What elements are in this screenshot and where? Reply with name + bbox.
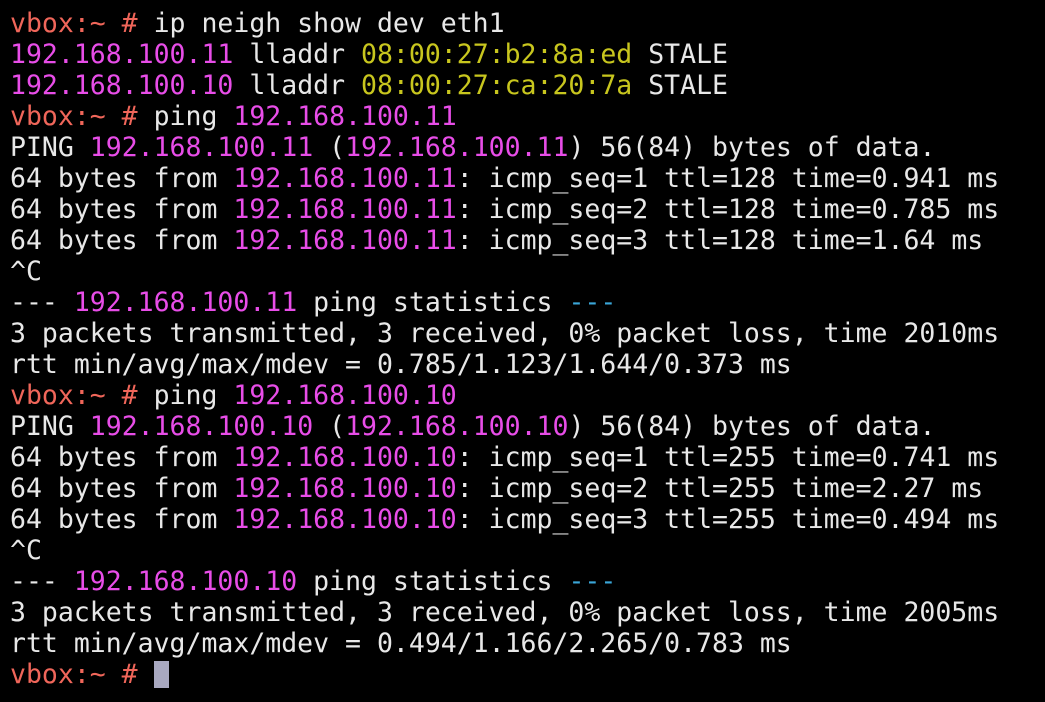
reply-prefix: 64 bytes from <box>10 473 234 504</box>
reply-ip: 192.168.100.10 <box>233 473 457 504</box>
command-line-ping1: vbox:~ # ping 192.168.100.11 <box>10 101 457 132</box>
ping-header-mid: ( <box>313 132 346 163</box>
reply-ip: 192.168.100.10 <box>233 442 457 473</box>
reply-detail: : icmp_seq=2 ttl=255 time=2.27 ms <box>456 473 984 504</box>
ping-header-ip-paren: 192.168.100.10 <box>345 411 569 442</box>
reply-detail: : icmp_seq=1 ttl=255 time=0.741 ms <box>456 442 1000 473</box>
neighbor-ip: 192.168.100.10 <box>10 70 234 101</box>
ping-header-mid: ( <box>313 411 346 442</box>
ping-target: 192.168.100.11 <box>233 101 457 132</box>
shell-prompt: vbox:~ # <box>10 659 154 690</box>
reply-detail: : icmp_seq=1 ttl=128 time=0.941 ms <box>456 163 1000 194</box>
ping-header-ip-paren: 192.168.100.11 <box>345 132 569 163</box>
reply-detail: : icmp_seq=3 ttl=128 time=1.64 ms <box>456 225 984 256</box>
shell-prompt: vbox:~ # <box>10 101 154 132</box>
ping-stats-header: --- 192.168.100.11 ping statistics --- <box>10 287 616 318</box>
reply-ip: 192.168.100.10 <box>233 504 457 535</box>
ping-reply: 64 bytes from 192.168.100.10: icmp_seq=2… <box>10 473 983 504</box>
stats-ip: 192.168.100.11 <box>73 287 298 318</box>
text-cursor[interactable] <box>153 661 169 688</box>
command-text: ip neigh show dev eth1 <box>153 8 505 39</box>
ping-header-ip: 192.168.100.10 <box>89 411 314 442</box>
command-text: ping <box>153 101 234 132</box>
stats-text: ping statistics <box>297 566 569 597</box>
stats-ip: 192.168.100.10 <box>73 566 298 597</box>
ping-header-prefix: PING <box>10 132 90 163</box>
ping-reply: 64 bytes from 192.168.100.10: icmp_seq=1… <box>10 442 999 473</box>
neighbor-mac: 08:00:27:b2:8a:ed <box>361 39 633 70</box>
reply-ip: 192.168.100.11 <box>233 194 457 225</box>
interrupt-line: ^C <box>10 535 42 566</box>
lladdr-label: lladdr <box>233 39 362 70</box>
ping-rtt: rtt min/avg/max/mdev = 0.785/1.123/1.644… <box>10 349 792 380</box>
terminal-window[interactable]: vbox:~ # ip neigh show dev eth1 192.168.… <box>0 0 1045 702</box>
command-text: ping <box>153 380 234 411</box>
stats-open-dashes: --- <box>10 287 74 318</box>
shell-prompt: vbox:~ # <box>10 8 154 39</box>
ping-summary: 3 packets transmitted, 3 received, 0% pa… <box>10 318 1000 349</box>
stats-open-dashes: --- <box>10 566 74 597</box>
ping-rtt: rtt min/avg/max/mdev = 0.494/1.166/2.265… <box>10 628 792 659</box>
active-prompt-line[interactable]: vbox:~ # <box>10 659 169 690</box>
neighbor-mac: 08:00:27:ca:20:7a <box>361 70 633 101</box>
reply-prefix: 64 bytes from <box>10 194 234 225</box>
lladdr-label: lladdr <box>233 70 362 101</box>
reply-detail: : icmp_seq=3 ttl=255 time=0.494 ms <box>456 504 1000 535</box>
neighbor-entry: 192.168.100.11 lladdr 08:00:27:b2:8a:ed … <box>10 39 728 70</box>
ping-reply: 64 bytes from 192.168.100.11: icmp_seq=1… <box>10 163 999 194</box>
neighbor-state: STALE <box>632 70 728 101</box>
reply-ip: 192.168.100.11 <box>233 163 457 194</box>
ping-header-ip: 192.168.100.11 <box>89 132 314 163</box>
ping-reply: 64 bytes from 192.168.100.10: icmp_seq=3… <box>10 504 999 535</box>
reply-prefix: 64 bytes from <box>10 163 234 194</box>
ping-reply: 64 bytes from 192.168.100.11: icmp_seq=2… <box>10 194 999 225</box>
ping-header-suffix: ) 56(84) bytes of data. <box>568 132 936 163</box>
shell-prompt: vbox:~ # <box>10 380 154 411</box>
command-line-ping2: vbox:~ # ping 192.168.100.10 <box>10 380 457 411</box>
ping-header-prefix: PING <box>10 411 90 442</box>
ping-header: PING 192.168.100.11 (192.168.100.11) 56(… <box>10 132 935 163</box>
ping-stats-header: --- 192.168.100.10 ping statistics --- <box>10 566 616 597</box>
ping-header: PING 192.168.100.10 (192.168.100.10) 56(… <box>10 411 935 442</box>
reply-prefix: 64 bytes from <box>10 442 234 473</box>
interrupt-line: ^C <box>10 256 42 287</box>
neighbor-state: STALE <box>632 39 728 70</box>
reply-prefix: 64 bytes from <box>10 504 234 535</box>
ping-summary: 3 packets transmitted, 3 received, 0% pa… <box>10 597 1000 628</box>
reply-ip: 192.168.100.11 <box>233 225 457 256</box>
neighbor-ip: 192.168.100.11 <box>10 39 234 70</box>
ping-target: 192.168.100.10 <box>233 380 457 411</box>
stats-text: ping statistics <box>297 287 569 318</box>
stats-close-dashes: --- <box>568 566 617 597</box>
neighbor-entry: 192.168.100.10 lladdr 08:00:27:ca:20:7a … <box>10 70 728 101</box>
ping-reply: 64 bytes from 192.168.100.11: icmp_seq=3… <box>10 225 983 256</box>
command-line-neigh: vbox:~ # ip neigh show dev eth1 <box>10 8 505 39</box>
reply-detail: : icmp_seq=2 ttl=128 time=0.785 ms <box>456 194 1000 225</box>
stats-close-dashes: --- <box>568 287 617 318</box>
ping-header-suffix: ) 56(84) bytes of data. <box>568 411 936 442</box>
reply-prefix: 64 bytes from <box>10 225 234 256</box>
